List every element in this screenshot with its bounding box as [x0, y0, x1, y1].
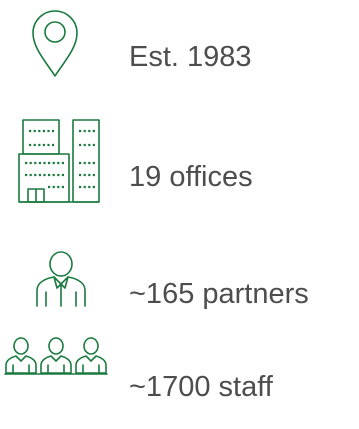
partner-person-icon [35, 250, 87, 308]
fact-label: 19 offices [129, 161, 253, 193]
location-pin-icon [30, 10, 80, 80]
fact-label: Est. 1983 [129, 41, 252, 73]
fact-offices: 19 offices [0, 117, 359, 203]
staff-people-icon [4, 337, 108, 375]
fact-partners: ~165 partners [0, 250, 359, 330]
fact-label: ~165 partners [129, 278, 309, 310]
office-buildings-icon [18, 117, 100, 203]
fact-label: ~1700 staff [129, 371, 273, 403]
fact-staff: ~1700 staff [0, 337, 359, 417]
fact-established: Est. 1983 [0, 10, 359, 90]
